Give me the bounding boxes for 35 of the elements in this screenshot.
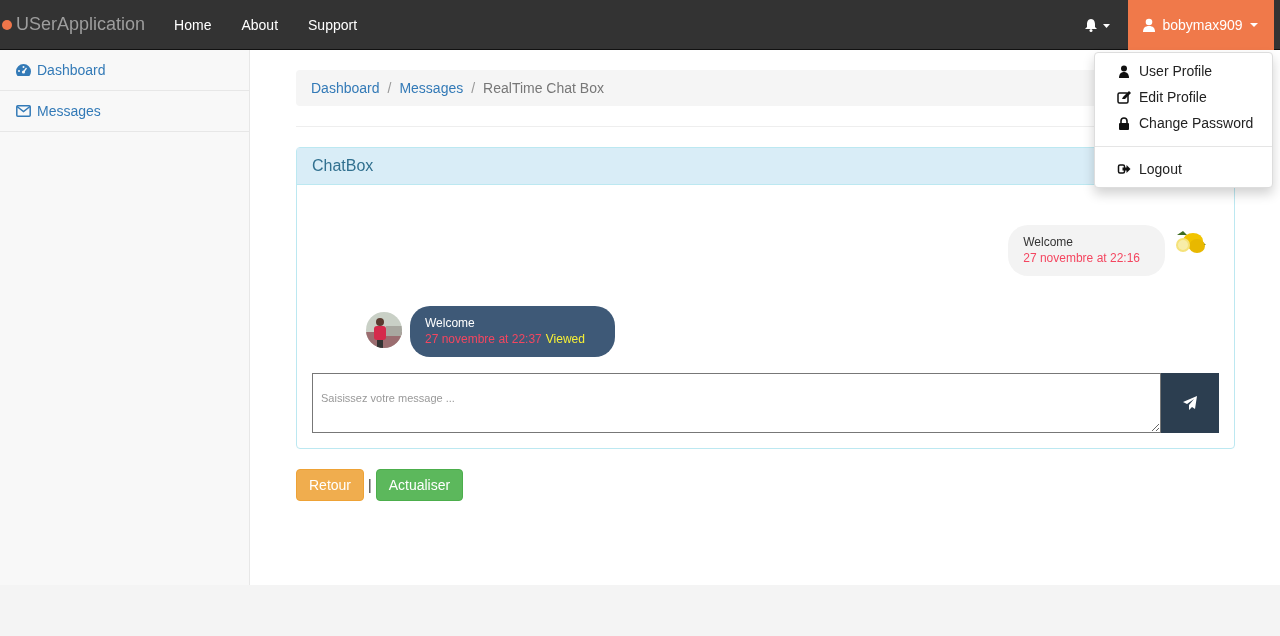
sidebar-item[interactable]: Dashboard bbox=[0, 50, 249, 91]
action-button[interactable]: Actualiser bbox=[375, 469, 464, 501]
menu-item[interactable]: Change Password bbox=[1095, 110, 1272, 136]
user-menu-button[interactable]: bobymax909 bbox=[1128, 0, 1274, 50]
envelope-icon bbox=[16, 105, 31, 117]
caret-icon bbox=[1249, 21, 1259, 28]
lock-icon bbox=[1117, 116, 1131, 130]
send-button[interactable] bbox=[1161, 373, 1219, 433]
message-text: Welcome bbox=[1023, 234, 1075, 250]
user-icon bbox=[1117, 64, 1131, 78]
message-status: Viewed bbox=[545, 332, 585, 346]
send-icon bbox=[1183, 396, 1197, 410]
bell-icon bbox=[1084, 17, 1110, 32]
message-input-field[interactable]: Saisissez votre message ... bbox=[312, 373, 1161, 433]
breadcrumb-link[interactable]: Messages bbox=[399, 80, 464, 96]
breadcrumb-current: RealTime Chat Box bbox=[483, 80, 604, 96]
logout-icon bbox=[1117, 163, 1131, 175]
user-icon bbox=[1143, 17, 1156, 32]
breadcrumb-separator: / bbox=[387, 80, 392, 96]
menu-item[interactable]: User Profile bbox=[1095, 58, 1272, 84]
breadcrumb-separator: / bbox=[471, 80, 476, 96]
message-time: 27 novembre at 22:16 bbox=[1023, 251, 1140, 265]
sidebar-item[interactable]: Messages bbox=[0, 91, 249, 132]
brand-link[interactable]: USerApplication bbox=[16, 14, 146, 35]
dashboard-icon bbox=[16, 64, 31, 76]
breadcrumb-link[interactable]: Dashboard bbox=[311, 80, 380, 96]
brand-dot-icon bbox=[2, 19, 12, 30]
nav-link[interactable]: Support bbox=[293, 16, 373, 33]
nav-link[interactable]: Home bbox=[159, 16, 227, 33]
nav-link[interactable]: About bbox=[226, 16, 294, 33]
message-time: 27 novembre at 22:37 bbox=[425, 332, 542, 346]
message-text: Welcome bbox=[425, 315, 476, 331]
edit-icon bbox=[1117, 90, 1131, 104]
menu-item[interactable]: Edit Profile bbox=[1095, 84, 1272, 110]
separator-text: | bbox=[368, 477, 372, 493]
